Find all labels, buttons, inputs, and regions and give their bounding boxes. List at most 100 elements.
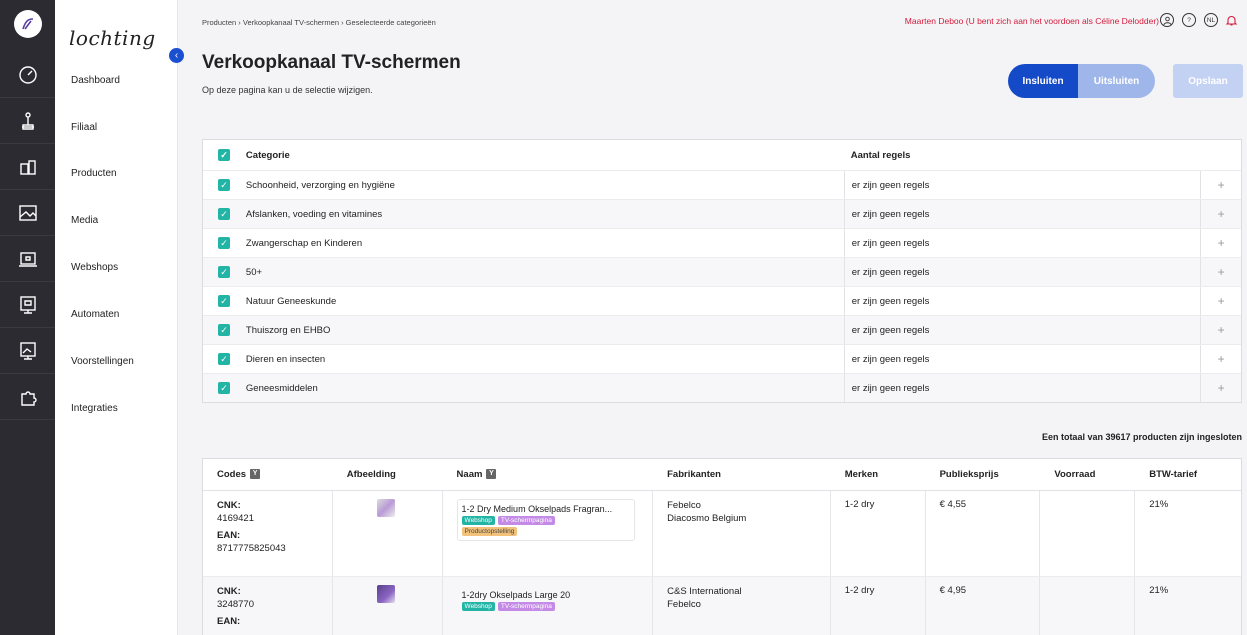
- price-cell: € 4,95: [926, 577, 1041, 635]
- tag-webshop: Webshop: [461, 516, 495, 525]
- sidebar-item-webshops[interactable]: Webshops: [71, 262, 118, 273]
- vat-cell: 21%: [1149, 585, 1169, 596]
- category-row[interactable]: ✓ Zwangerschap en Kinderen er zijn geen …: [203, 228, 1241, 257]
- manufacturers-cell: C&S International Febelco: [653, 577, 831, 635]
- sidebar-item-filiaal[interactable]: Filiaal: [71, 122, 97, 133]
- tag-tv-page: TV-schermpagina: [497, 516, 555, 525]
- category-row[interactable]: ✓ Natuur Geneeskunde er zijn geen regels…: [203, 286, 1241, 315]
- category-row[interactable]: ✓ Afslanken, voeding en vitamines er zij…: [203, 199, 1241, 228]
- add-rule-button[interactable]: +: [1201, 207, 1241, 221]
- category-name: Thuiszorg en EHBO: [245, 324, 331, 336]
- category-rules: er zijn geen regels: [843, 200, 1202, 228]
- codes-cell: CNK: 4169421 EAN: 8717775825043: [203, 491, 333, 576]
- save-button[interactable]: Opslaan: [1173, 64, 1243, 98]
- price-column-header: Publieksprijs: [939, 469, 999, 480]
- category-table: ✓ Categorie Aantal regels ✓ Schoonheid, …: [202, 139, 1242, 403]
- image-cell: [333, 491, 443, 576]
- price-cell: € 4,55: [926, 491, 1041, 576]
- puzzle-icon[interactable]: [0, 374, 55, 420]
- cnk-code: 3248770: [217, 599, 254, 610]
- category-checkbox[interactable]: ✓: [218, 295, 230, 307]
- stock-cell: [1040, 491, 1136, 576]
- app-root: lochting ‹ Dashboard Filiaal Producten M…: [0, 0, 1247, 635]
- user-profile-icon[interactable]: [1160, 13, 1174, 27]
- category-checkbox[interactable]: ✓: [218, 324, 230, 336]
- codes-column-header[interactable]: Codes Y: [203, 469, 333, 480]
- presentation-icon[interactable]: [0, 328, 55, 374]
- product-name-box[interactable]: 1-2dry Okselpads Large 20 Webshop TV-sche…: [457, 585, 635, 616]
- joystick-icon[interactable]: [0, 98, 55, 144]
- category-checkbox[interactable]: ✓: [218, 382, 230, 394]
- add-rule-button[interactable]: +: [1201, 352, 1241, 366]
- manufacturers-cell: Febelco Diacosmo Belgium: [653, 491, 831, 576]
- brand-logo: lochting: [69, 26, 156, 50]
- add-rule-button[interactable]: +: [1201, 323, 1241, 337]
- sidebar-item-voorstellingen[interactable]: Voorstellingen: [71, 356, 134, 367]
- category-checkbox[interactable]: ✓: [218, 237, 230, 249]
- category-rules: er zijn geen regels: [843, 345, 1202, 373]
- product-name: 1-2 Dry Medium Okselpads Fragran...: [461, 504, 613, 514]
- language-selector[interactable]: NL: [1204, 13, 1218, 27]
- rules-column-header: Aantal regels: [850, 149, 911, 161]
- category-row[interactable]: ✓ 50+ er zijn geen regels +: [203, 257, 1241, 286]
- table-row[interactable]: CNK: 4169421 EAN: 8717775825043 1-2 Dry …: [203, 491, 1241, 577]
- add-rule-button[interactable]: +: [1201, 381, 1241, 395]
- table-row[interactable]: CNK: 3248770 EAN: 1-2dry Okselpads Large…: [203, 577, 1241, 635]
- main-content: Producten › Verkoopkanaal TV-schermen › …: [178, 0, 1247, 635]
- category-checkbox[interactable]: ✓: [218, 266, 230, 278]
- sidebar-item-automaten[interactable]: Automaten: [71, 309, 119, 320]
- media-icon[interactable]: [0, 190, 55, 236]
- cnk-code: 4169421: [217, 513, 254, 524]
- category-name: Schoonheid, verzorging en hygiëne: [245, 179, 395, 191]
- category-name: 50+: [245, 266, 263, 278]
- category-checkbox[interactable]: ✓: [218, 353, 230, 365]
- select-all-checkbox[interactable]: ✓: [218, 149, 230, 161]
- breadcrumb[interactable]: Producten › Verkoopkanaal TV-schermen › …: [202, 18, 436, 27]
- logo-icon[interactable]: [13, 10, 42, 38]
- category-row[interactable]: ✓ Dieren en insecten er zijn geen regels…: [203, 344, 1241, 373]
- image-cell: [333, 577, 443, 635]
- webshop-icon[interactable]: [0, 236, 55, 282]
- speedometer-icon[interactable]: [0, 52, 55, 98]
- manufacturers-column-header: Fabrikanten: [667, 469, 721, 480]
- sidebar-item-integraties[interactable]: Integraties: [71, 403, 118, 414]
- category-row[interactable]: ✓ Thuiszorg en EHBO er zijn geen regels …: [203, 315, 1241, 344]
- filter-icon[interactable]: Y: [486, 469, 497, 480]
- stock-cell: [1040, 577, 1136, 635]
- add-rule-button[interactable]: +: [1201, 294, 1241, 308]
- category-checkbox[interactable]: ✓: [218, 179, 230, 191]
- category-checkbox[interactable]: ✓: [218, 208, 230, 220]
- category-name: Geneesmiddelen: [245, 382, 318, 394]
- vending-machine-icon[interactable]: [0, 282, 55, 328]
- sidebar-item-dashboard[interactable]: Dashboard: [71, 75, 120, 86]
- add-rule-button[interactable]: +: [1201, 265, 1241, 279]
- brands-column-header: Merken: [844, 469, 879, 480]
- notification-bell-icon[interactable]: [1224, 13, 1238, 27]
- sidebar-item-producten[interactable]: Producten: [71, 168, 117, 179]
- include-button[interactable]: Insluiten: [1008, 64, 1078, 98]
- codes-cell: CNK: 3248770 EAN:: [203, 577, 333, 635]
- sidebar-item-media[interactable]: Media: [71, 215, 98, 226]
- category-rules: er zijn geen regels: [843, 258, 1202, 286]
- product-image: [376, 585, 395, 603]
- help-icon[interactable]: ?: [1182, 13, 1196, 27]
- products-icon[interactable]: [0, 144, 55, 190]
- add-rule-button[interactable]: +: [1201, 178, 1241, 192]
- category-name: Zwangerschap en Kinderen: [245, 237, 363, 249]
- product-table: Codes Y Afbeelding Naam Y Fabrikanten Merk…: [202, 458, 1242, 635]
- vat-column-header: BTW-tarief: [1149, 469, 1198, 480]
- name-column-header[interactable]: Naam Y: [443, 469, 654, 480]
- category-name: Dieren en insecten: [245, 353, 326, 365]
- filter-icon[interactable]: Y: [250, 469, 261, 480]
- product-name-box[interactable]: 1-2 Dry Medium Okselpads Fragran... Webs…: [456, 499, 635, 541]
- tag-tv-page: TV-schermpagina: [497, 602, 555, 611]
- exclude-button[interactable]: Uitsluiten: [1078, 64, 1155, 98]
- add-rule-button[interactable]: +: [1201, 236, 1241, 250]
- name-cell: 1-2 Dry Medium Okselpads Fragran... Webs…: [443, 491, 654, 576]
- category-row[interactable]: ✓ Schoonheid, verzorging en hygiëne er z…: [203, 170, 1241, 199]
- product-name: 1-2dry Okselpads Large 20: [461, 590, 571, 600]
- category-row[interactable]: ✓ Geneesmiddelen er zijn geen regels +: [203, 373, 1241, 402]
- icon-rail: [0, 0, 55, 635]
- tag-product-display: Productopstelling: [461, 527, 518, 536]
- tag-webshop: Webshop: [461, 602, 495, 611]
